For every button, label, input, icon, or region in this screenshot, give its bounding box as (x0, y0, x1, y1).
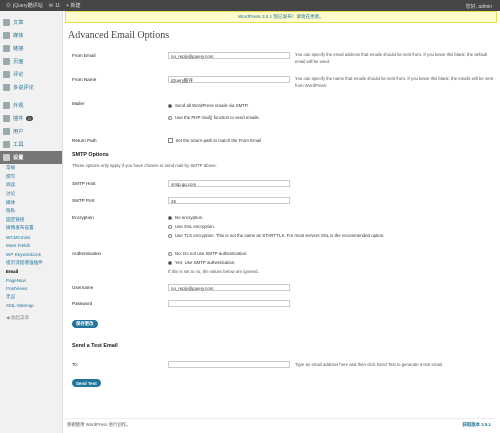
from-email-desc: You can specify the email address that e… (295, 52, 488, 64)
submenu-writing[interactable]: 撰写 (0, 173, 62, 182)
from-name-desc: You can specify the name that emails sho… (295, 76, 494, 88)
footer: 感谢使用 WordPress 进行创作。 获取版本 3.5.1 (65, 418, 495, 429)
brush-icon (3, 102, 10, 109)
new-content-link[interactable]: + 新建 (66, 2, 80, 9)
auth-no-option[interactable]: No: Do not use SMTP authentication. (168, 251, 247, 256)
auth-yes-option[interactable]: Yes: Use SMTP authentication. (168, 260, 236, 265)
return-path-checkbox[interactable] (168, 138, 173, 143)
auth-note: If this is set to no, the values below a… (168, 269, 259, 274)
password-input[interactable] (168, 300, 290, 307)
user-icon (3, 128, 10, 135)
wrench-icon (3, 141, 10, 148)
from-email-input[interactable]: no_reply@jquery.com (168, 52, 290, 59)
smtp-intro: These options only apply if you have cho… (72, 163, 217, 168)
plugin-update-badge: 0 (26, 116, 33, 121)
from-name-input[interactable]: jQuery酷评 (168, 76, 290, 83)
submenu-postviews[interactable]: PostViews (0, 284, 62, 293)
menu-item-settings[interactable]: 设置 (0, 151, 62, 164)
send-test-button[interactable]: Send Test (72, 379, 101, 387)
submenu-discussion[interactable]: 讨论 (0, 190, 62, 199)
return-path-label: Return Path (72, 138, 97, 143)
page-title: Advanced Email Options (68, 30, 170, 41)
save-changes-button[interactable]: 保存更改 (72, 320, 98, 328)
submenu-tips-plugin[interactable]: 提示流程增强插件 (0, 259, 62, 268)
menu-item-users[interactable]: 用户 (0, 125, 62, 138)
menu-item-comments[interactable]: 评论 (0, 68, 62, 81)
radio[interactable] (168, 115, 172, 120)
mailer-php-option[interactable]: Use the PHP mail() function to send emai… (168, 115, 260, 120)
comment-icon: ✉ (48, 2, 53, 9)
radio-selected[interactable] (168, 260, 172, 265)
username-input[interactable]: no_reply@jquery.com (168, 284, 290, 291)
mailer-smtp-option[interactable]: Send all WordPress emails via SMTP. (168, 103, 249, 108)
comment-count: 11 (54, 2, 61, 9)
comments-link[interactable]: ✉ 11 (49, 3, 60, 9)
submenu-wcmcmiss[interactable]: WCMCmiss (0, 233, 62, 242)
submenu-wuji[interactable]: 无忌 (0, 293, 62, 302)
password-label: Password (72, 301, 93, 306)
radio[interactable] (168, 224, 172, 229)
footer-credit[interactable]: 感谢使用 WordPress 进行创作。 (67, 422, 131, 428)
test-email-heading: Send a Test Email (72, 343, 118, 349)
submenu-email[interactable]: Email (0, 267, 62, 276)
authentication-label: Authentication (72, 251, 102, 256)
page-icon (3, 58, 10, 65)
wordpress-logo-icon: ⓪ (6, 3, 12, 9)
return-path-option[interactable]: Set the return-path to match the From Em… (168, 138, 261, 143)
menu-item-appearance[interactable]: 外观 (0, 99, 62, 112)
menu-item-posts[interactable]: 文章 (0, 16, 62, 29)
plugin-icon (3, 115, 10, 122)
menu-item-duoshuo[interactable]: 多说评论 (0, 81, 62, 94)
mailer-label: Mailer (72, 101, 85, 106)
radio[interactable] (168, 251, 172, 256)
test-to-label: To: (72, 362, 79, 367)
submenu-keywordlink[interactable]: WP KeywordLink (0, 250, 62, 259)
submenu-more-fields[interactable]: More Fields (0, 241, 62, 250)
encryption-tls-option[interactable]: Use TLS encryption. This is not the same… (168, 233, 384, 238)
encryption-label: Encryption (72, 215, 94, 220)
username-label: Username (72, 285, 94, 290)
menu-item-tools[interactable]: 工具 (0, 138, 62, 151)
admin-sidebar: 文章 媒体 链接 页面 评论 多说评论 外观 插件 0 用户 工具 设置 常规 撰… (0, 11, 63, 433)
smtp-host-label: SMTP Host (72, 181, 96, 186)
admin-top-bar: ⓪ jQuery酷评站 ✉ 11 + 新建 您好, admin (0, 0, 500, 11)
from-email-label: From Email (72, 53, 96, 58)
pin-icon (3, 19, 10, 26)
site-link[interactable]: ⓪ jQuery酷评站 (6, 2, 43, 9)
menu-item-media[interactable]: 媒体 (0, 29, 62, 42)
radio-selected[interactable] (168, 103, 172, 108)
media-icon (3, 32, 10, 39)
from-name-label: From Name (72, 77, 97, 82)
smtp-host-input[interactable]: smtp.qq.com (168, 180, 290, 187)
comment-icon (3, 71, 10, 78)
submenu-xml-sitemap[interactable]: XML-Sitemap (0, 302, 62, 311)
menu-item-links[interactable]: 链接 (0, 42, 62, 55)
link-icon (3, 45, 10, 52)
smtp-port-label: SMTP Port (72, 198, 95, 203)
submenu-weibo[interactable]: 微博发布设置 (0, 224, 62, 233)
encryption-none-option[interactable]: No encryption. (168, 215, 203, 220)
settings-icon (3, 154, 10, 161)
submenu-privacy[interactable]: 隐私 (0, 207, 62, 216)
main-content: Advanced Email Options From Email no_rep… (68, 22, 496, 387)
submenu-media[interactable]: 媒体 (0, 198, 62, 207)
menu-item-plugins[interactable]: 插件 0 (0, 112, 62, 125)
smtp-options-heading: SMTP Options (72, 152, 109, 158)
user-greeting[interactable]: 您好, admin (466, 3, 492, 10)
menu-item-pages[interactable]: 页面 (0, 55, 62, 68)
smtp-port-input[interactable]: 25 (168, 197, 290, 204)
submenu-general[interactable]: 常规 (0, 164, 62, 173)
submenu-permalinks[interactable]: 固定链接 (0, 216, 62, 225)
encryption-ssl-option[interactable]: Use SSL encryption. (168, 224, 215, 229)
radio[interactable] (168, 233, 172, 238)
chat-icon (3, 84, 10, 91)
test-to-input[interactable] (168, 361, 290, 368)
footer-version[interactable]: 获取版本 3.5.1 (462, 422, 491, 428)
collapse-menu[interactable]: ◀ 收起菜单 (0, 314, 62, 323)
radio-selected[interactable] (168, 215, 172, 220)
test-to-desc: Type an email address here and then clic… (295, 362, 444, 367)
site-name: jQuery酷评站 (13, 3, 43, 9)
submenu-reading[interactable]: 阅读 (0, 181, 62, 190)
submenu-pagenavi[interactable]: PageNavi (0, 276, 62, 285)
